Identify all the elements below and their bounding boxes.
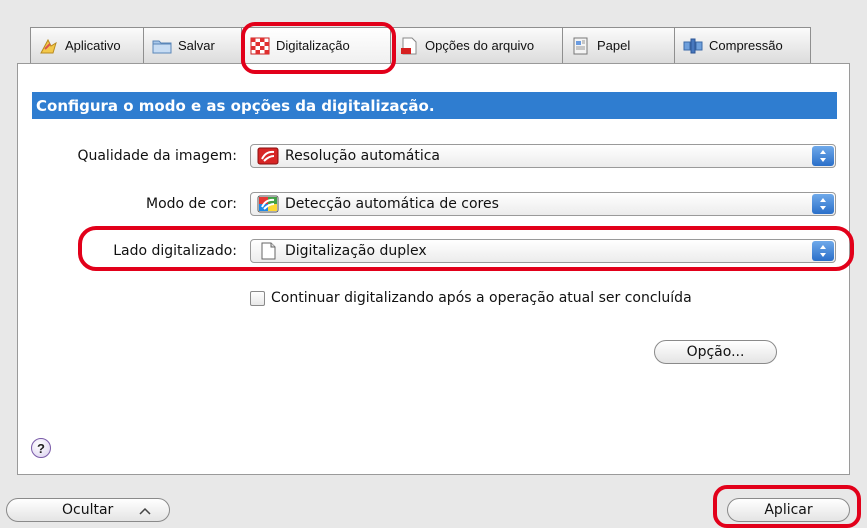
tab-bar: Aplicativo Salvar Digitalização Opções d…: [0, 0, 867, 68]
color-mode-select[interactable]: Detecção automática de cores: [250, 192, 836, 216]
color-mode-value: Detecção automática de cores: [285, 196, 499, 212]
hide-button[interactable]: Ocultar: [6, 498, 170, 522]
scan-side-label: Lado digitalizado:: [113, 243, 237, 259]
tab-papel[interactable]: Papel: [562, 27, 674, 63]
continue-scanning-label: Continuar digitalizando após a operação …: [271, 290, 692, 306]
updown-arrows-icon: [812, 146, 834, 166]
tab-aplicativo[interactable]: Aplicativo: [30, 27, 143, 63]
tab-label: Papel: [597, 38, 631, 53]
apply-button[interactable]: Aplicar: [727, 498, 850, 522]
hide-button-label: Ocultar: [62, 502, 114, 518]
image-quality-label: Qualidade da imagem:: [77, 148, 237, 164]
tab-label: Opções do arquivo: [425, 38, 535, 53]
paper-icon: [573, 37, 588, 54]
help-glyph: ?: [37, 440, 45, 456]
resolution-icon: [257, 147, 279, 165]
tab-label: Salvar: [178, 38, 215, 53]
tab-label: Compressão: [709, 38, 783, 53]
chevron-up-icon: [139, 507, 151, 515]
tab-opcoes-do-arquivo[interactable]: Opções do arquivo: [390, 27, 562, 63]
help-icon[interactable]: ?: [31, 438, 51, 458]
apply-button-label: Aplicar: [764, 502, 813, 518]
tab-label: Aplicativo: [65, 38, 121, 53]
continue-scanning-checkbox[interactable]: [250, 290, 265, 306]
scan-settings-panel: Configura o modo e as opções da digitali…: [17, 63, 850, 475]
duplex-page-icon: [261, 242, 276, 260]
pdf-file-icon: [401, 37, 417, 54]
continue-scanning-row[interactable]: Continuar digitalizando após a operação …: [250, 290, 692, 306]
panel-header: Configura o modo e as opções da digitali…: [32, 92, 837, 119]
scan-side-value: Digitalização duplex: [285, 243, 427, 259]
compression-icon: [683, 38, 703, 53]
color-detection-icon: [257, 195, 279, 213]
option-button-label: Opção...: [686, 344, 745, 360]
scan-side-select[interactable]: Digitalização duplex: [250, 239, 836, 263]
updown-arrows-icon: [812, 241, 834, 261]
option-button[interactable]: Opção...: [654, 340, 777, 364]
color-mode-label: Modo de cor:: [146, 196, 237, 212]
checkerboard-scan-icon: [250, 37, 270, 54]
tab-list: Aplicativo Salvar Digitalização Opções d…: [30, 27, 811, 63]
tab-digitalizacao[interactable]: Digitalização: [241, 27, 390, 63]
image-quality-value: Resolução automática: [285, 148, 441, 164]
tab-compressao[interactable]: Compressão: [674, 27, 811, 63]
folder-icon: [152, 40, 172, 53]
tab-salvar[interactable]: Salvar: [143, 27, 241, 63]
tab-label: Digitalização: [276, 38, 350, 53]
settings-window: Aplicativo Salvar Digitalização Opções d…: [0, 0, 867, 528]
updown-arrows-icon: [812, 194, 834, 214]
image-quality-select[interactable]: Resolução automática: [250, 144, 836, 168]
application-icon: [40, 38, 57, 53]
